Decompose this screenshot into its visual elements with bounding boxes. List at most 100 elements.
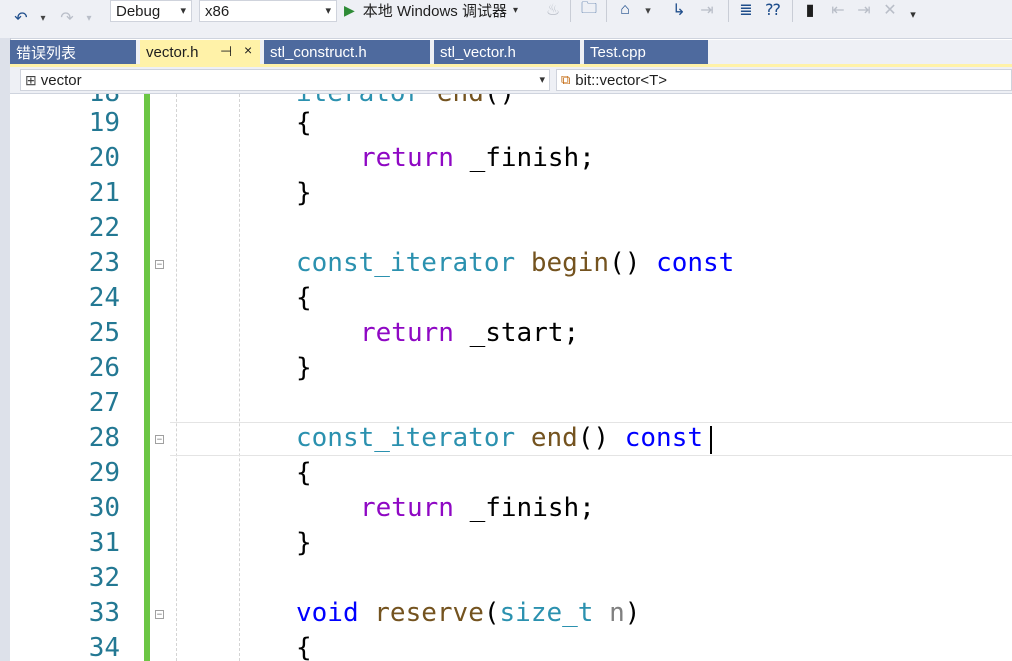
fold-toggle[interactable]: −	[155, 260, 164, 270]
tab-vector-h[interactable]: vector.h ⊣ ×	[140, 40, 260, 64]
code-line: return _finish;	[360, 143, 595, 173]
chevron-down-icon: ▾	[645, 4, 651, 17]
class-icon: ⧉	[561, 72, 571, 87]
code-line: const_iterator begin() const	[296, 248, 735, 278]
code-line: void reserve(size_t n)	[296, 598, 641, 628]
indent-guide	[176, 94, 177, 661]
line-number: 28	[88, 423, 120, 453]
folder-search-icon: 🗀	[580, 0, 597, 17]
code-token: n	[609, 598, 625, 628]
toggle-bookmark-button[interactable]: ▮	[800, 0, 820, 20]
line-number: 30	[88, 493, 120, 523]
line-number: 29	[88, 458, 120, 488]
platform-value: x86	[205, 2, 230, 20]
redo-icon: ↷	[60, 10, 74, 27]
code-line: iterator end()	[296, 94, 515, 111]
solution-configuration-select[interactable]: Debug ▾	[110, 0, 192, 22]
undo-button[interactable]: ↶	[8, 4, 34, 32]
scope-value: vector	[40, 71, 82, 89]
previous-bookmark-icon: ⇤	[831, 2, 845, 19]
code-editor[interactable]: 18 19 20 21 22 23 24 25 26 27 28 29 30 3…	[10, 94, 1012, 661]
play-icon: ▶	[344, 1, 355, 18]
undo-dropdown-button[interactable]: ▾	[36, 4, 50, 32]
tab-stl-construct-h[interactable]: stl_construct.h	[264, 40, 430, 64]
code-token: reserve	[374, 598, 484, 628]
chevron-down-icon: ▾	[325, 5, 331, 17]
code-line: }	[296, 353, 312, 383]
code-token: end	[530, 423, 578, 453]
clear-bookmarks-icon: ✕	[883, 2, 897, 19]
step-into-button[interactable]: ↳	[668, 0, 690, 20]
line-number: 21	[88, 178, 120, 208]
next-bookmark-button[interactable]: ⇥	[854, 0, 874, 20]
code-token: return	[360, 318, 454, 348]
flame-icon: ♨	[545, 2, 561, 19]
start-debugging-button[interactable]: ▶ 本地 Windows 调试器 ▾	[344, 0, 540, 20]
step-out-icon: ⇥	[700, 2, 714, 19]
next-bookmark-icon: ⇥	[857, 2, 871, 19]
code-line: return _start;	[360, 318, 580, 348]
line-number: 22	[88, 213, 120, 243]
project-icon: ⊞	[25, 71, 37, 88]
line-number: 26	[88, 353, 120, 383]
code-token: void	[296, 598, 359, 628]
redo-button[interactable]: ↷	[54, 4, 80, 32]
solution-platform-select[interactable]: x86 ▾	[199, 0, 337, 22]
toolbar-separator	[728, 0, 729, 22]
line-number: 34	[88, 633, 120, 661]
member-value: bit::vector<T>	[575, 71, 668, 89]
tab-test-cpp[interactable]: Test.cpp	[584, 40, 708, 64]
comment-icon: ≣	[739, 2, 753, 19]
line-number: 25	[88, 318, 120, 348]
tab-error-list[interactable]: 错误列表	[10, 40, 136, 64]
fold-toggle[interactable]: −	[155, 610, 164, 620]
home-icon: ⌂	[620, 1, 630, 18]
undo-icon: ↶	[14, 10, 28, 27]
indent-guide	[239, 94, 240, 661]
member-select[interactable]: ⧉ bit::vector<T>	[556, 69, 1012, 91]
toolbar-separator	[792, 0, 793, 22]
code-line: }	[296, 178, 312, 208]
comment-lines-button[interactable]: ≣	[736, 0, 756, 20]
step-out-button[interactable]: ⇥	[696, 0, 718, 20]
toolbar-dropdown[interactable]: ▾	[640, 0, 656, 20]
code-token: iterator	[296, 94, 421, 108]
tab-label: vector.h	[146, 43, 199, 61]
scope-select[interactable]: ⊞ vector ▾	[20, 69, 550, 91]
previous-bookmark-button[interactable]: ⇤	[828, 0, 848, 20]
code-token: return	[360, 493, 454, 523]
chevron-down-icon: ▾	[539, 74, 545, 86]
code-token: end	[437, 94, 484, 108]
clear-bookmarks-button[interactable]: ✕	[880, 0, 900, 20]
tab-stl-vector-h[interactable]: stl_vector.h	[434, 40, 580, 64]
code-line: {	[296, 108, 312, 138]
tab-label: stl_vector.h	[440, 43, 516, 61]
line-number: 23	[88, 248, 120, 278]
chevron-down-icon: ▾	[910, 8, 916, 21]
code-line: const_iterator end() const	[296, 423, 704, 453]
find-in-files-button[interactable]: 🗀	[578, 0, 600, 20]
pin-icon[interactable]: ⊣	[220, 43, 232, 60]
toolbar-separator	[606, 0, 607, 22]
close-icon[interactable]: ×	[244, 42, 252, 58]
home-button[interactable]: ⌂	[614, 0, 636, 20]
hot-reload-button[interactable]: ♨	[544, 0, 562, 20]
code-token: const	[624, 423, 704, 453]
uncomment-lines-button[interactable]: ⁇	[762, 0, 784, 20]
toolbar: ↶ ▾ ↷ ▾ Debug ▾ x86 ▾ ▶ 本地 Windows 调试器 ▾…	[0, 0, 1012, 39]
bookmark-icon: ▮	[805, 2, 815, 19]
toolbar-overflow-button[interactable]: ▾	[906, 4, 920, 24]
tab-label: Test.cpp	[590, 43, 646, 61]
line-number: 31	[88, 528, 120, 558]
chevron-down-icon: ▾	[512, 4, 518, 16]
line-number: 24	[88, 283, 120, 313]
start-debugging-label: 本地 Windows 调试器	[362, 2, 507, 20]
code-token: return	[360, 143, 454, 173]
fold-toggle[interactable]: −	[155, 435, 164, 445]
line-number: 20	[88, 143, 120, 173]
code-token: const_iterator	[296, 423, 516, 453]
redo-dropdown-button[interactable]: ▾	[82, 4, 96, 32]
tab-label: 错误列表	[16, 44, 77, 62]
config-value: Debug	[116, 2, 161, 20]
tab-label: stl_construct.h	[270, 43, 367, 61]
